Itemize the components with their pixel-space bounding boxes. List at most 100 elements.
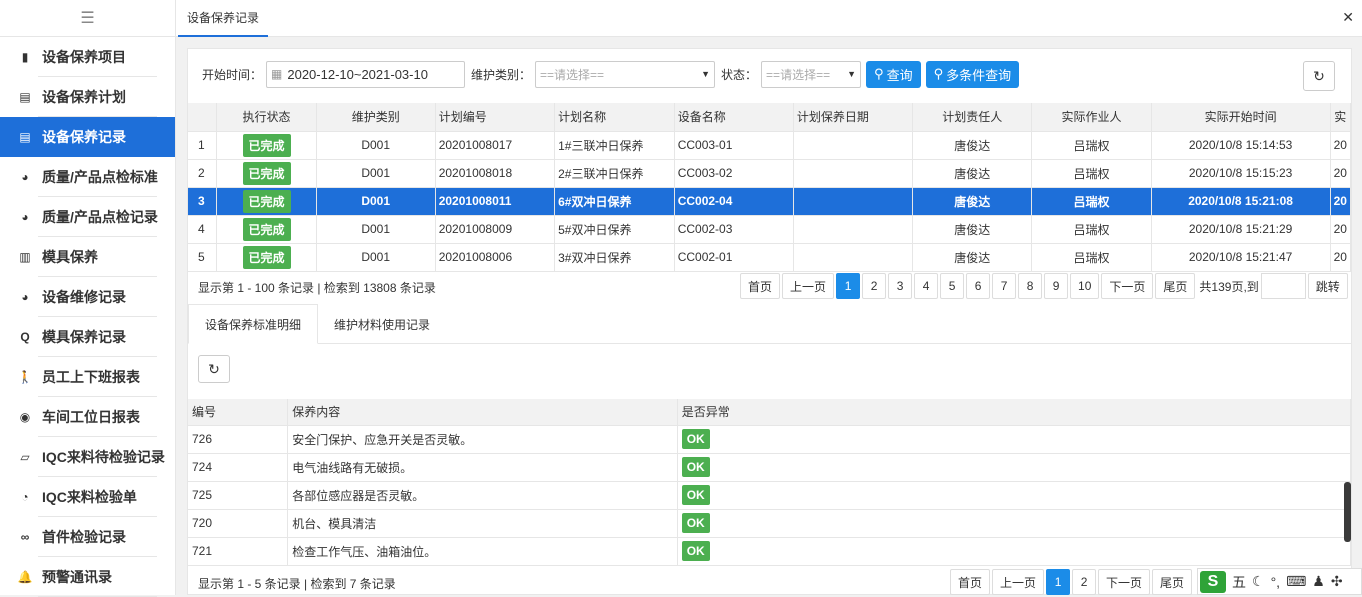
menu-collapse-icon[interactable]: ☰ (0, 0, 175, 37)
page-10-button[interactable]: 10 (1070, 273, 1100, 299)
page-1-button[interactable]: 1 (1046, 569, 1071, 595)
tab-material-usage[interactable]: 维护材料使用记录 (318, 304, 446, 344)
table-cell: 20 (1330, 187, 1352, 216)
page-2-button[interactable]: 2 (1072, 569, 1097, 595)
sidebar-menu: ▮ 设备保养项目 ▤ 设备保养计划 ▤ 设备保养记录 ◕ 质量/产品点检标准 ◕ 质量/产品点检记… (0, 37, 175, 597)
column-header[interactable]: 编号 (188, 399, 289, 426)
moon-icon[interactable]: ☾ (1252, 573, 1265, 590)
query-button[interactable]: ⚲ 查询 (866, 60, 921, 88)
sidebar-item-7[interactable]: Q 模具保养记录 (0, 317, 175, 357)
sidebar-item-5[interactable]: ▥ 模具保养 (0, 237, 175, 277)
ime-mode[interactable]: 五 (1232, 572, 1246, 592)
prev-page-button[interactable]: 上一页 (782, 273, 835, 299)
multi-query-button[interactable]: ⚲ 多条件查询 (925, 60, 1020, 88)
table-row[interactable]: 1 已完成 D001 20201008017 1#三联冲日保养 CC003-01 唐俊达 吕瑞… (188, 131, 1352, 160)
page-jump-input[interactable] (1260, 273, 1306, 299)
punctuation-icon[interactable]: °, (1271, 574, 1281, 590)
column-header[interactable]: 维护类别 (316, 103, 436, 132)
page-7-button[interactable]: 7 (992, 273, 1017, 299)
tab-standard-detail[interactable]: 设备保养标准明细 (188, 304, 319, 344)
sidebar-item-label: IQC来料检验单 (42, 489, 137, 505)
jump-button[interactable]: 跳转 (1307, 273, 1348, 299)
page-5-button[interactable]: 5 (940, 273, 965, 299)
scrollbar[interactable] (1344, 482, 1351, 542)
page-2-button[interactable]: 2 (862, 273, 887, 299)
sidebar-item-13[interactable]: 🔔 预警通讯录 (0, 557, 175, 597)
column-header[interactable]: 计划名称 (554, 103, 675, 132)
sidebar-item-4[interactable]: ◕ 质量/产品点检记录 (0, 197, 175, 237)
sidebar-item-12[interactable]: ∞ 首件检验记录 (0, 517, 175, 557)
sidebar-item-9[interactable]: ◉ 车间工位日报表 (0, 397, 175, 437)
sidebar-item-2[interactable]: ▤ 设备保养记录 (0, 117, 175, 157)
type-select[interactable]: ==请选择== ▼ (535, 60, 716, 88)
page-3-button[interactable]: 3 (888, 273, 913, 299)
table-row[interactable]: 724 电气油线路有无破损。 OK (188, 453, 1352, 482)
column-header[interactable]: 计划责任人 (912, 103, 1033, 132)
column-header[interactable]: 实际开始时间 (1151, 103, 1331, 132)
query-button-label: 查询 (886, 67, 913, 83)
next-page-button[interactable]: 下一页 (1101, 273, 1154, 299)
table-cell: 20201008017 (435, 131, 556, 160)
next-page-button[interactable]: 下一页 (1098, 569, 1151, 595)
sidebar-item-8[interactable]: 🚶 员工上下班报表 (0, 357, 175, 397)
user-icon[interactable]: ♟ (1312, 573, 1325, 590)
last-page-button[interactable]: 尾页 (1152, 569, 1193, 595)
last-page-button[interactable]: 尾页 (1155, 273, 1196, 299)
table-cell: 已完成 (216, 243, 317, 272)
sidebar-item-10[interactable]: ▱ IQC来料待检验记录 (0, 437, 175, 477)
column-header[interactable]: 计划编号 (435, 103, 556, 132)
sidebar-item-1[interactable]: ▤ 设备保养计划 (0, 77, 175, 117)
compass-icon: ◕ (21, 290, 29, 304)
page-6-button[interactable]: 6 (966, 273, 991, 299)
table-cell (793, 131, 914, 160)
table-cell: D001 (316, 159, 436, 188)
detail-refresh-button[interactable]: ↻ (198, 355, 230, 383)
table-row[interactable]: 725 各部位感应器是否灵敏。 OK (188, 481, 1352, 510)
sidebar-item-0[interactable]: ▮ 设备保养项目 (0, 37, 175, 77)
table-cell: 720 (188, 509, 289, 538)
close-icon[interactable]: ✕ (1342, 9, 1354, 26)
prev-page-button[interactable]: 上一页 (992, 569, 1045, 595)
page-8-button[interactable]: 8 (1018, 273, 1043, 299)
page-4-button[interactable]: 4 (914, 273, 939, 299)
column-header[interactable]: 执行状态 (216, 103, 317, 132)
column-header[interactable] (188, 103, 218, 132)
table-cell: CC003-01 (674, 131, 794, 160)
sidebar-item-3[interactable]: ◕ 质量/产品点检标准 (0, 157, 175, 197)
status-badge: 已完成 (242, 189, 291, 213)
sidebar-item-label: 质量/产品点检标准 (42, 169, 158, 185)
first-page-button[interactable]: 首页 (740, 273, 781, 299)
column-header[interactable]: 计划保养日期 (793, 103, 914, 132)
keyboard-icon[interactable]: ⌨ (1286, 573, 1306, 590)
table-row[interactable]: 5 已完成 D001 20201008006 3#双冲日保养 CC002-01 唐俊达 吕瑞权… (188, 243, 1352, 272)
maintenance-standard-table: 编号 保养内容 是否异常 726 安全门保护、应急开关是否灵敏。 OK 724 电气油线路有… (188, 399, 1352, 566)
tab-maintenance-record[interactable]: 设备保养记录 (178, 0, 269, 37)
table-cell: 2020/10/8 15:21:08 (1151, 187, 1331, 216)
grid-icon[interactable]: ✣ (1331, 573, 1343, 590)
date-range-input[interactable]: ▦ 2020-12-10~2021-03-10 (266, 60, 466, 88)
table-row[interactable]: 726 安全门保护、应急开关是否灵敏。 OK (188, 425, 1352, 454)
status-select[interactable]: ==请选择== ▼ (761, 60, 862, 88)
detail-pagination: 首页 上一页 1 2 下一页 尾页 (948, 569, 1193, 595)
table-row[interactable]: 721 检查工作气压、油箱油位。 OK (188, 537, 1352, 566)
clipboard-icon: ▮ (21, 50, 29, 64)
chevron-down-icon: ▼ (847, 69, 857, 79)
column-header[interactable]: 实际作业人 (1031, 103, 1152, 132)
sidebar-item-label: 设备保养记录 (42, 129, 126, 145)
column-header[interactable]: 保养内容 (287, 399, 678, 426)
table-row[interactable]: 720 机台、模具清洁 OK (188, 509, 1352, 538)
table-row[interactable]: 3 已完成 D001 20201008011 6#双冲日保养 CC002-04 唐俊达 吕瑞权… (188, 187, 1352, 216)
table-row[interactable]: 4 已完成 D001 20201008009 5#双冲日保养 CC002-03 唐俊达 吕瑞权… (188, 215, 1352, 244)
column-header[interactable]: 是否异常 (677, 399, 1352, 426)
page-9-button[interactable]: 9 (1044, 273, 1069, 299)
column-header[interactable]: 设备名称 (674, 103, 794, 132)
ime-toolbar[interactable]: S 五 ☾ °, ⌨ ♟ ✣ (1197, 568, 1362, 595)
refresh-button[interactable]: ↻ (1303, 61, 1335, 91)
sidebar-item-6[interactable]: ◕ 设备维修记录 (0, 277, 175, 317)
sidebar-item-11[interactable]: ◔ IQC来料检验单 (0, 477, 175, 517)
column-header[interactable]: 实 (1330, 103, 1352, 132)
table-cell: 已完成 (216, 159, 317, 188)
table-row[interactable]: 2 已完成 D001 20201008018 2#三联冲日保养 CC003-02 唐俊达 吕瑞… (188, 159, 1352, 188)
first-page-button[interactable]: 首页 (950, 569, 991, 595)
page-1-button[interactable]: 1 (836, 273, 861, 299)
